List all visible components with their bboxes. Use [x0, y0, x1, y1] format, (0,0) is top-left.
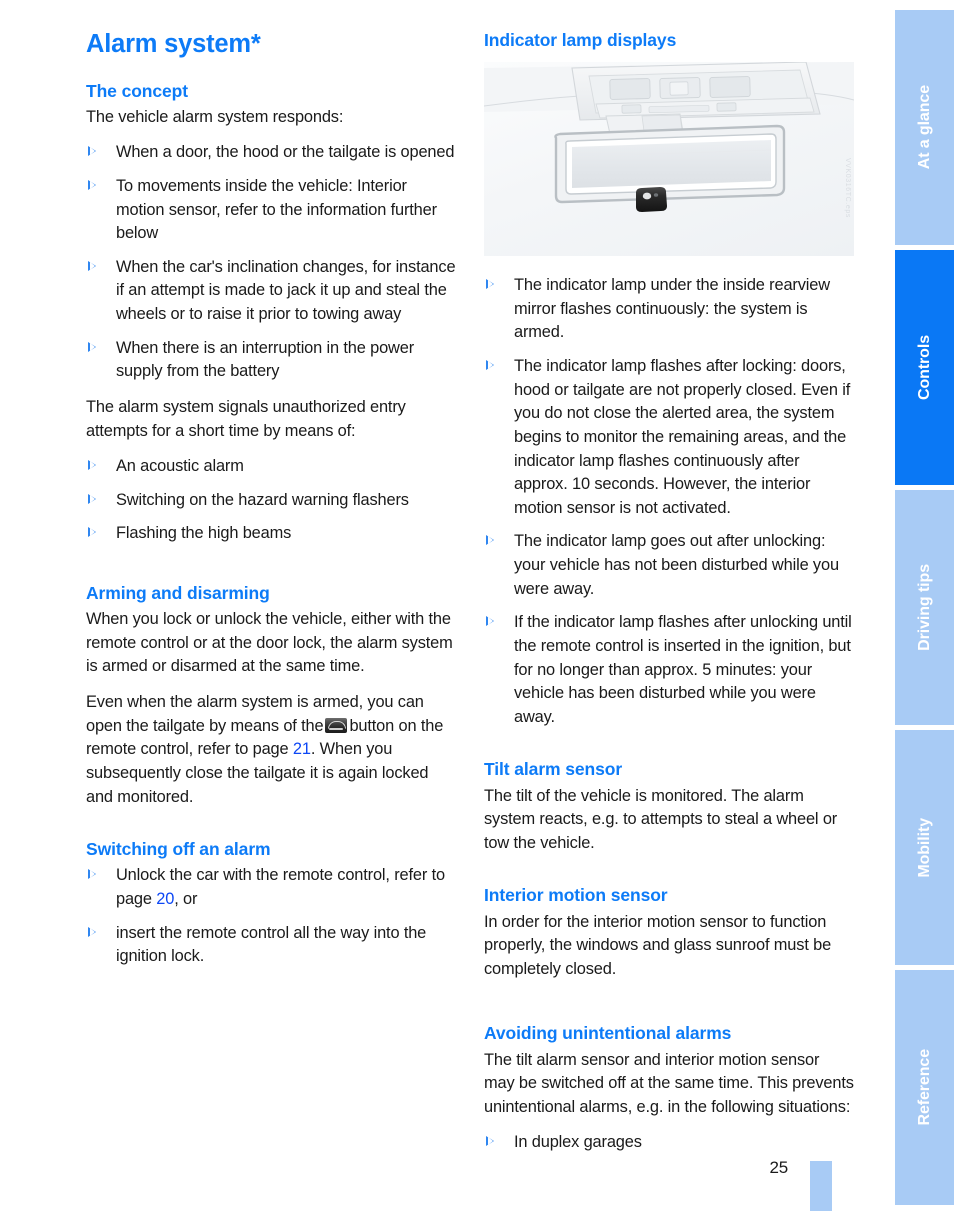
triangle-bullet-icon	[88, 527, 96, 538]
tailgate-button-icon	[325, 717, 348, 733]
avoiding-bullet-list: In duplex garages	[484, 1131, 854, 1155]
triangle-bullet-icon	[486, 535, 494, 546]
indicator-bullet-list: The indicator lamp under the inside rear…	[484, 274, 854, 729]
sidebar-tab-controls[interactable]: Controls	[895, 250, 954, 485]
footer-accent-bar	[810, 1161, 832, 1211]
heading-tilt-alarm-sensor: Tilt alarm sensor	[484, 759, 623, 780]
triangle-bullet-icon	[88, 179, 96, 190]
list-item: To movements inside the vehicle: Interio…	[86, 175, 456, 246]
sidebar-tab-mobility[interactable]: Mobility	[895, 730, 954, 965]
page-title: Alarm system*	[86, 30, 261, 58]
triangle-bullet-icon	[486, 360, 494, 370]
list-item: Flashing the high beams	[86, 522, 456, 546]
list-item: When the car's inclination changes, for …	[86, 256, 456, 327]
list-item-text: insert the remote control all the way in…	[116, 923, 427, 966]
interior-paragraph: In order for the interior motion sensor …	[484, 912, 832, 978]
right-column: Indicator lamp displays VVK0316TC.eps Th…	[484, 30, 854, 1155]
sidebar-tab-at-a-glance[interactable]: At a glance	[895, 10, 954, 245]
triangle-bullet-icon	[486, 279, 494, 290]
concept-intro: The vehicle alarm system responds:	[86, 107, 344, 126]
sidebar-tab-label: Controls	[915, 335, 933, 400]
left-column: Alarm system* The concept The vehicle al…	[86, 30, 456, 969]
list-item: The indicator lamp under the inside rear…	[484, 274, 854, 345]
avoiding-paragraph: The tilt alarm sensor and interior motio…	[484, 1050, 854, 1116]
sidebar-tab-reference[interactable]: Reference	[895, 970, 954, 1205]
triangle-bullet-icon	[88, 260, 96, 271]
page-footer: 25	[484, 1158, 854, 1211]
triangle-bullet-icon	[88, 146, 96, 157]
list-item-text: The indicator lamp flashes after locking…	[514, 357, 851, 517]
list-item-text: An acoustic alarm	[116, 457, 244, 476]
triangle-bullet-icon	[88, 869, 96, 880]
page-content: Alarm system* The concept The vehicle al…	[0, 0, 895, 1213]
heading-interior-motion-sensor: Interior motion sensor	[484, 885, 668, 906]
triangle-bullet-icon	[88, 341, 96, 352]
sidebar-tab-label: Mobility	[915, 817, 933, 878]
chapter-tab-sidebar: At a glance Controls Driving tips Mobili…	[895, 0, 954, 1213]
sidebar-tab-label: Reference	[915, 1049, 933, 1126]
list-item: The indicator lamp goes out after unlock…	[484, 530, 854, 601]
signals-bullet-list: An acoustic alarm Switching on the hazar…	[86, 455, 456, 546]
page-reference-link[interactable]: 20	[156, 890, 174, 908]
list-item-text: In duplex garages	[514, 1133, 642, 1152]
arming-paragraph-2: Even when the alarm system is armed, you…	[86, 691, 456, 809]
sidebar-tab-label: At a glance	[915, 85, 933, 170]
list-item: An acoustic alarm	[86, 455, 456, 479]
list-item-text-part-b: , or	[174, 889, 198, 908]
heading-switching-off-an-alarm: Switching off an alarm	[86, 839, 271, 860]
list-item: insert the remote control all the way in…	[86, 922, 456, 969]
mirror-diagram-svg	[484, 62, 854, 213]
list-item-text: To movements inside the vehicle: Interio…	[116, 176, 437, 243]
switching-off-bullet-list: Unlock the car with the remote control, …	[86, 864, 456, 969]
list-item: The indicator lamp flashes after locking…	[484, 355, 854, 520]
triangle-bullet-icon	[486, 1136, 494, 1147]
page-number: 25	[769, 1158, 788, 1177]
tilt-paragraph: The tilt of the vehicle is monitored. Th…	[484, 786, 838, 852]
list-item-text: When a door, the hood or the tailgate is…	[116, 143, 455, 162]
list-item: Switching on the hazard warning flashers	[86, 489, 456, 513]
list-item-text: Switching on the hazard warning flashers	[116, 490, 409, 509]
sidebar-tab-driving-tips[interactable]: Driving tips	[895, 490, 954, 725]
list-item: When a door, the hood or the tailgate is…	[86, 141, 456, 165]
list-item: Unlock the car with the remote control, …	[86, 864, 456, 911]
list-item-text: The indicator lamp under the inside rear…	[514, 276, 830, 342]
list-item: If the indicator lamp flashes after unlo…	[484, 611, 854, 729]
heading-avoiding-unintentional-alarms: Avoiding unintentional alarms	[484, 1023, 732, 1044]
signals-intro: The alarm system signals unauthorized en…	[86, 397, 406, 440]
list-item-text: If the indicator lamp flashes after unlo…	[514, 613, 852, 726]
figure-watermark: VVK0316TC.eps	[844, 158, 851, 219]
heading-arming-and-disarming: Arming and disarming	[86, 583, 270, 604]
page-reference-link[interactable]: 21	[293, 740, 311, 758]
arming-paragraph-1: When you lock or unlock the vehicle, eit…	[86, 610, 453, 676]
sidebar-tab-label: Driving tips	[915, 564, 933, 651]
list-item-text: When there is an interruption in the pow…	[116, 338, 415, 381]
triangle-bullet-icon	[88, 493, 96, 504]
manual-page: Alarm system* The concept The vehicle al…	[0, 0, 954, 1213]
heading-indicator-lamp-displays: Indicator lamp displays	[484, 30, 677, 50]
triangle-bullet-icon	[88, 926, 96, 937]
heading-the-concept: The concept	[86, 80, 188, 101]
triangle-bullet-icon	[88, 460, 96, 471]
list-item: When there is an interruption in the pow…	[86, 337, 456, 384]
list-item-text: The indicator lamp goes out after unlock…	[514, 532, 839, 598]
rearview-mirror-illustration: VVK0316TC.eps	[484, 62, 854, 257]
concept-bullet-list: When a door, the hood or the tailgate is…	[86, 141, 456, 384]
list-item-text: When the car's inclination changes, for …	[116, 257, 456, 324]
triangle-bullet-icon	[486, 616, 494, 627]
list-item-text: Flashing the high beams	[116, 524, 292, 543]
list-item: In duplex garages	[484, 1131, 854, 1155]
